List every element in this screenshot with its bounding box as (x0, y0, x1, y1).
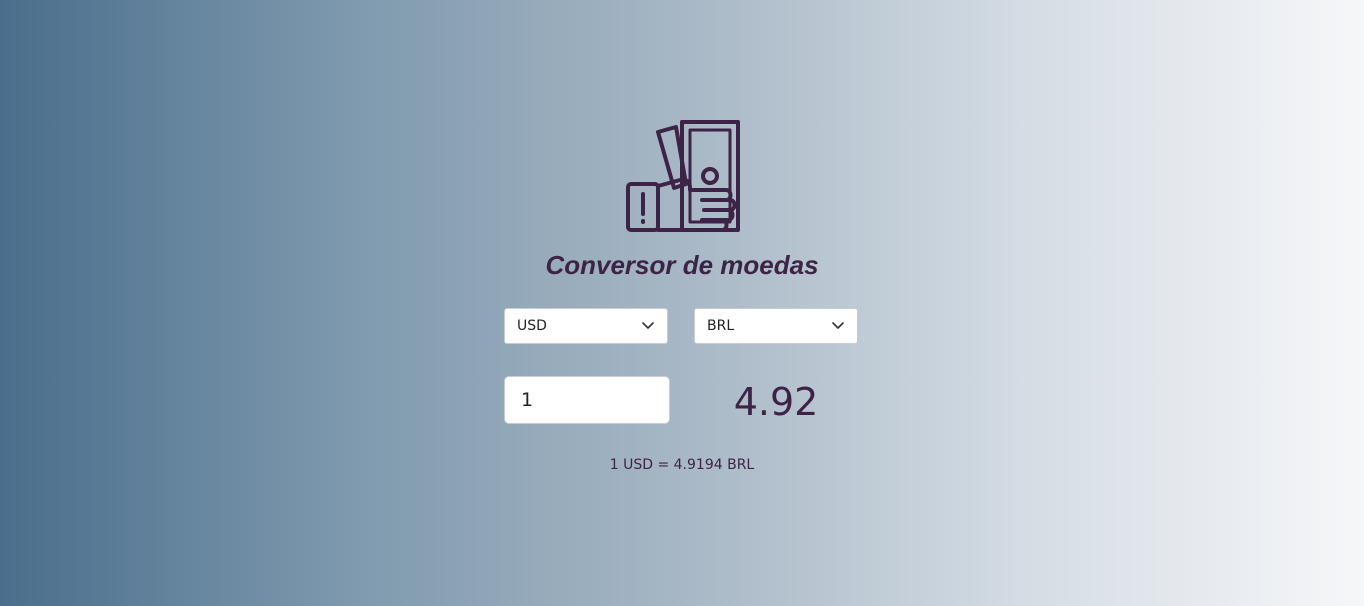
page-title: Conversor de moedas (545, 250, 819, 280)
chevron-down-icon (831, 319, 845, 333)
from-currency-value: USD (517, 318, 547, 334)
converted-result: 4.92 (733, 380, 819, 424)
cash-in-hand-icon (624, 118, 742, 236)
exchange-rate-text: 1 USD = 4.9194 BRL (609, 457, 755, 473)
to-currency-select[interactable]: BRL (694, 308, 858, 344)
chevron-down-icon (641, 319, 655, 333)
converter-page: Conversor de moedas USD BRL 4.92 1 USD =… (0, 0, 1364, 606)
from-currency-select[interactable]: USD (504, 308, 668, 344)
amount-input[interactable] (504, 376, 670, 424)
to-currency-value: BRL (707, 318, 735, 334)
